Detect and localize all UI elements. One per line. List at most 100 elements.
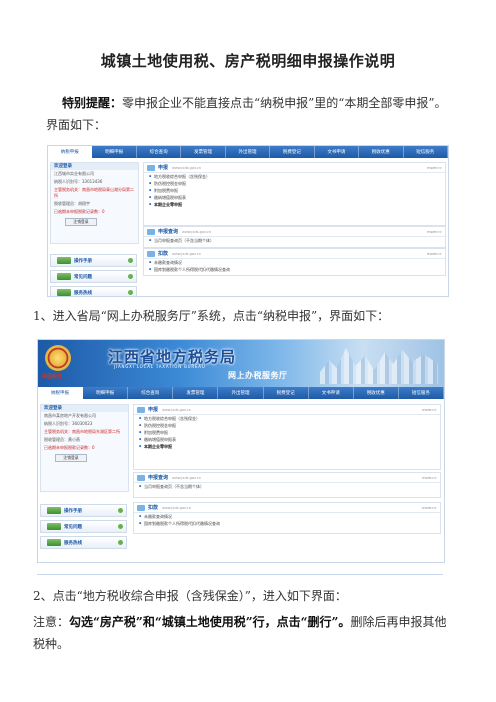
more-link[interactable]: more>> [422, 506, 437, 510]
taxpayer-id: 纳税人识别号：33013436 [54, 179, 103, 184]
emblem-text: 中国税务 [42, 374, 63, 380]
step-1: 1、进入省局“网上办税服务厅”系统，点击“纳税申报”，界面如下： [33, 309, 390, 323]
faq-button[interactable]: 常见问题 [50, 270, 137, 283]
tab-8[interactable]: 短信服务 [399, 387, 444, 399]
nav-bar: 纳税申报 明细申报 综合查询 发票管理 外出管理 税费登记 文书申请 税收优惠 短信服务 [38, 387, 444, 399]
manual-button[interactable]: 操作手册 [50, 254, 137, 267]
tab-6[interactable]: 文书申请 [309, 387, 354, 399]
more-link[interactable]: more>> [422, 476, 437, 480]
list-item[interactable]: 当月申报查询页（不含当期个体） [144, 237, 445, 244]
declare-panel: 申报www.jxds.gov.cnmore>> 地方税收综合申报（含残保金） 防… [133, 404, 441, 470]
more-link[interactable]: more>> [427, 230, 442, 234]
overdue-warning: 已逾期未申报税款记录数：0 [44, 445, 95, 450]
more-link[interactable]: more>> [427, 252, 442, 256]
tab-0[interactable]: 纳税申报 [38, 387, 84, 399]
list-item[interactable]: 国库划缴税款个人所得税代扣代缴情况查询 [134, 520, 440, 527]
more-link[interactable]: more>> [427, 166, 442, 170]
login-info-panel: 欢迎登录 南昌市某房地产开发有限公司 纳税人识别号：36030023 主管税务机… [40, 404, 129, 492]
arrow-icon [128, 290, 133, 295]
overdue-warning: 已逾期未申报税款记录数：0 [54, 209, 105, 214]
phone-icon [47, 539, 61, 546]
login-header: 欢迎登录 [41, 405, 128, 412]
more-link[interactable]: more>> [422, 408, 437, 412]
query-icon [137, 474, 145, 481]
list-item[interactable]: 国库划缴税款个人所得税代扣代缴情况查询 [144, 266, 445, 273]
list-item[interactable]: 当月申报查询页（不含当期个体） [134, 483, 440, 490]
tab-3[interactable]: 发票管理 [173, 387, 219, 399]
payment-panel: 扣款www.jxds.gov.cnmore>> 未缴款查询情况 国库划缴税款个人… [133, 502, 441, 534]
comprehensive-declare-link[interactable]: 地方税收综合申报（含残保金） [134, 415, 440, 422]
company-name: 南昌市某房地产开发有限公司 [44, 413, 96, 418]
side-buttons: 操作手册 常见问题 服务热线 [40, 504, 127, 552]
taxpayer-id: 纳税人识别号：36030023 [44, 421, 93, 426]
tab-7[interactable]: 税收优惠 [359, 146, 404, 158]
tax-admin: 税收管理员：黄小燕 [44, 437, 80, 442]
note-bold: 勾选“房产税”和“城镇土地使用税”行，点击“删行”。 [69, 615, 351, 629]
arrow-icon [118, 540, 123, 545]
payment-icon [147, 250, 155, 257]
tab-0[interactable]: 纳税申报 [48, 146, 93, 158]
arrow-icon [118, 524, 123, 529]
list-item[interactable]: 防伪税控税金申报 [134, 422, 440, 429]
logout-button[interactable]: 注销登录 [65, 218, 97, 226]
note-paragraph: 注意：勾选“房产税”和“城镇土地使用税”行，点击“删行”。删除后再申报其他税种。 [33, 611, 449, 655]
list-item[interactable]: 未缴款查询情况 [144, 259, 445, 266]
list-item[interactable]: 缴纳增值税申报表 [134, 436, 440, 443]
comprehensive-declare-link[interactable]: 地方税收综合申报（含残保金） [144, 173, 445, 180]
zero-declare-link[interactable]: 本期企业零申报 [144, 201, 445, 208]
tab-1[interactable]: 明细申报 [92, 146, 137, 158]
tab-6[interactable]: 文书申请 [315, 146, 360, 158]
bureau-banner: 中国税务 江西省地方税务局 JIANGXI LOCAL TAXATION BUR… [38, 340, 444, 387]
declare-panel: 申报www.jxds.gov.cnmore>> 地方税收综合申报（含残保金） 防… [143, 162, 446, 226]
phone-icon [57, 289, 71, 296]
divider [37, 574, 443, 575]
tab-3[interactable]: 发票管理 [181, 146, 226, 158]
login-info-panel: 欢迎登录 江西城市实业有限公司 纳税人识别号：33013436 主管税务机关：南… [50, 162, 139, 244]
screenshot-1: 纳税申报 明细申报 综合查询 发票管理 外出管理 税费登记 文书申请 税收优惠 短信服务 欢迎登… [47, 145, 449, 297]
tab-5[interactable]: 税费登记 [264, 387, 309, 399]
list-item[interactable]: 缴纳增值税申报表 [144, 194, 445, 201]
arrow-icon [128, 274, 133, 279]
list-item[interactable]: 附加税费申报 [134, 429, 440, 436]
tax-admin: 税收管理员：胡翔宇 [54, 201, 90, 206]
company-name: 江西城市实业有限公司 [54, 171, 94, 176]
screenshot-2: 中国税务 江西省地方税务局 JIANGXI LOCAL TAXATION BUR… [37, 339, 445, 563]
banner-subtitle: JIANGXI LOCAL TAXATION BUREAU [114, 364, 206, 369]
tax-office: 主管税务机关：南昌市地税局东湖区第二所 [44, 429, 120, 434]
tab-4[interactable]: 外出管理 [226, 146, 271, 158]
cityscape-image [320, 348, 438, 384]
faq-button[interactable]: 常见问题 [40, 520, 127, 533]
question-icon [57, 273, 71, 280]
payment-panel: 扣款www.jxds.gov.cnmore>> 未缴款查询情况 国库划缴税款个人… [143, 248, 446, 276]
manual-button[interactable]: 操作手册 [40, 504, 127, 517]
arrow-icon [118, 508, 123, 513]
zero-declare-link[interactable]: 本期企业零申报 [134, 443, 440, 450]
list-item[interactable]: 防伪税控税金申报 [144, 180, 445, 187]
notice-label: 特别提醒： [62, 96, 123, 110]
tab-5[interactable]: 税费登记 [270, 146, 315, 158]
tab-8[interactable]: 短信服务 [404, 146, 448, 158]
login-header: 欢迎登录 [51, 163, 138, 170]
hotline-button[interactable]: 服务热线 [50, 286, 137, 296]
declare-icon [147, 164, 155, 171]
side-buttons: 操作手册 常见问题 服务热线 [50, 254, 137, 296]
nav-bar: 纳税申报 明细申报 综合查询 发票管理 外出管理 税费登记 文书申请 税收优惠 短信服务 [48, 146, 448, 158]
book-icon [47, 507, 61, 514]
hotline-button[interactable]: 服务热线 [40, 536, 127, 549]
banner-hall: 网上办税服务厅 [228, 371, 288, 380]
arrow-icon [128, 258, 133, 263]
tab-4[interactable]: 外出管理 [218, 387, 264, 399]
tab-7[interactable]: 税收优惠 [354, 387, 399, 399]
tab-2[interactable]: 综合查询 [137, 146, 182, 158]
query-panel: 申报查询www.jxds.gov.cnmore>> 当月申报查询页（不含当期个体… [133, 472, 441, 498]
document-title: 城镇土地使用税、房产税明细申报操作说明 [100, 52, 396, 70]
list-item[interactable]: 未缴款查询情况 [134, 513, 440, 520]
list-item[interactable]: 附加税费申报 [144, 187, 445, 194]
logout-button[interactable]: 注销登录 [55, 454, 87, 462]
tax-emblem-icon [45, 345, 71, 371]
tab-2[interactable]: 综合查询 [128, 387, 174, 399]
declare-icon [137, 406, 145, 413]
book-icon [57, 257, 71, 264]
tab-1[interactable]: 明细申报 [83, 387, 129, 399]
notice-paragraph: 特别提醒：零申报企业不能直接点击“纳税申报”里的“本期全部零申报”。界面如下： [46, 92, 456, 136]
